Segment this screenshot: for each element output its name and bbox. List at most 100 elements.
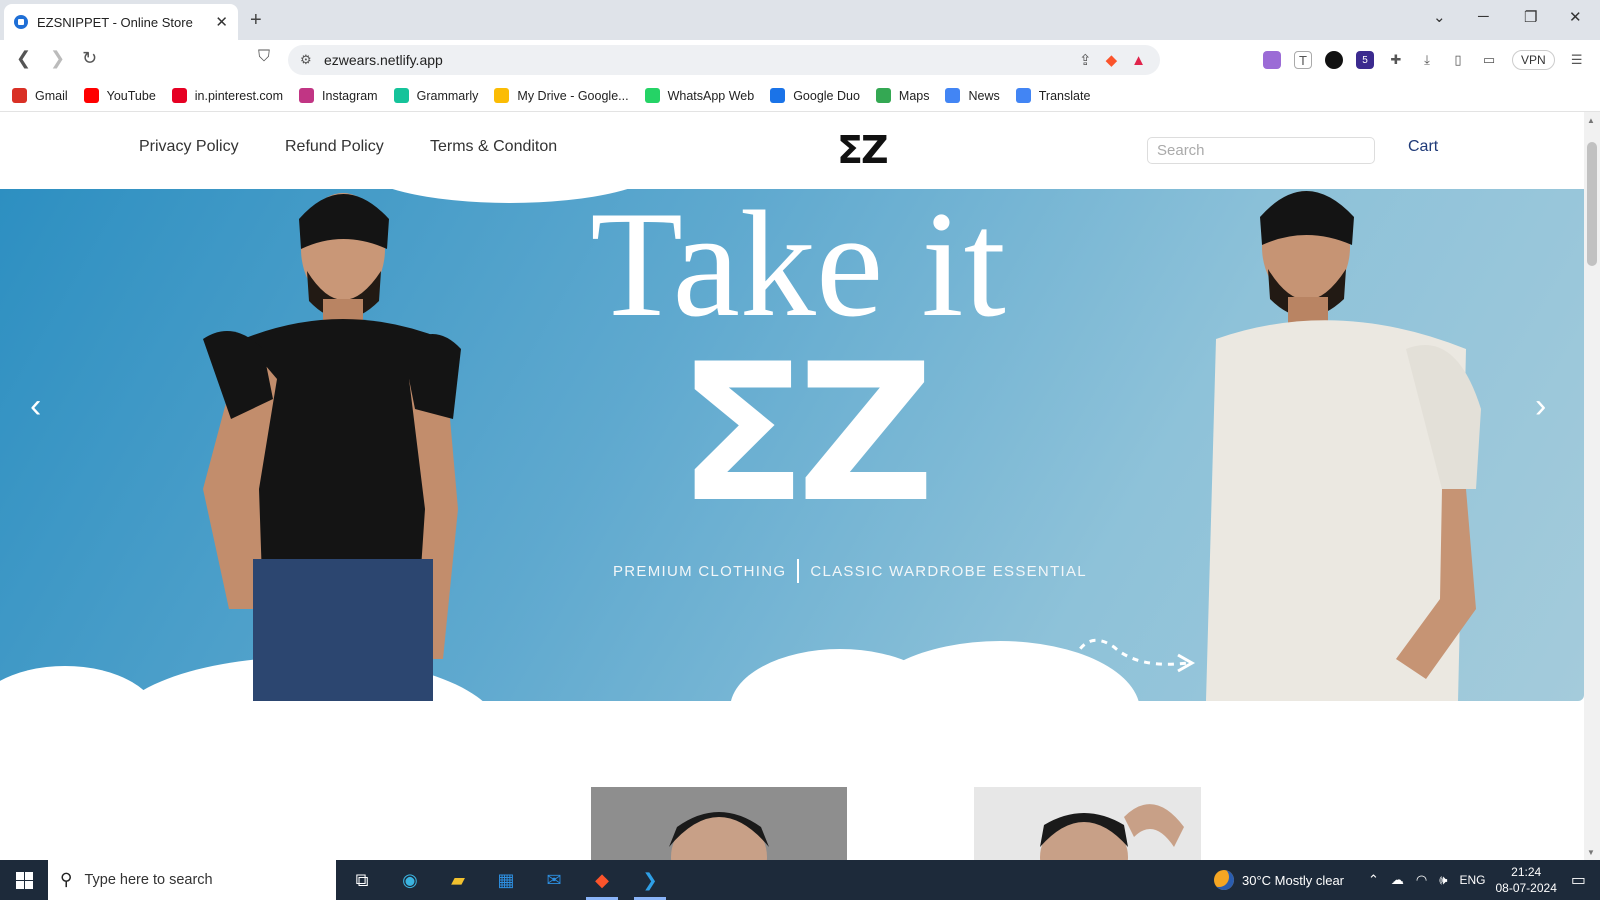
onedrive-icon[interactable]: ☁ xyxy=(1391,872,1404,888)
bookmark-pinterest[interactable]: in.pinterest.com xyxy=(171,88,283,103)
brave-rewards-icon[interactable]: ▲ xyxy=(1131,52,1146,69)
site-header: Privacy Policy Refund Policy Terms & Con… xyxy=(0,112,1584,189)
vscode-icon[interactable]: ❯ xyxy=(626,860,674,900)
bookmark-icon[interactable]: ⛉ xyxy=(258,48,270,66)
url-text[interactable]: ezwears.netlify.app xyxy=(324,52,1079,68)
bookmark-translate[interactable]: Translate xyxy=(1015,88,1090,103)
store-icon[interactable]: ▦ xyxy=(482,860,530,900)
bookmark-grammarly[interactable]: Grammarly xyxy=(393,88,478,103)
instagram-icon xyxy=(299,88,315,103)
page-scrollbar[interactable]: ▲ ▼ xyxy=(1584,112,1600,860)
weather-text[interactable]: 30°C Mostly clear xyxy=(1242,873,1344,888)
taskbar-search-placeholder: Type here to search xyxy=(84,872,213,888)
close-tab-icon[interactable]: ✕ xyxy=(215,13,228,31)
minimize-button[interactable]: ─ xyxy=(1478,8,1489,25)
extension-icon[interactable] xyxy=(1325,51,1343,69)
search-input[interactable] xyxy=(1147,137,1375,164)
carousel-prev-button[interactable]: ‹ xyxy=(30,387,41,426)
volume-icon[interactable]: 🕪 xyxy=(1439,872,1447,888)
hero-banner: Take it ƩZ PREMIUM CLOTHING CLASSIC WARD… xyxy=(0,189,1584,701)
browser-tabstrip: EZSNIPPET - Online Store ✕ + ⌄ ─ ❐ ✕ xyxy=(0,0,1600,40)
product-image[interactable] xyxy=(974,787,1201,860)
bookmark-google-duo[interactable]: Google Duo xyxy=(770,88,860,103)
nav-refund-policy[interactable]: Refund Policy xyxy=(285,138,384,156)
scroll-up-icon[interactable]: ▲ xyxy=(1587,116,1595,125)
back-button[interactable]: ❮ xyxy=(16,48,31,69)
product-image[interactable] xyxy=(591,787,847,860)
new-tab-button[interactable]: + xyxy=(250,9,262,32)
site-logo[interactable]: ƩZ xyxy=(837,128,888,172)
google-drive-icon xyxy=(494,88,510,103)
screen: EZSNIPPET - Online Store ✕ + ⌄ ─ ❐ ✕ ❮ ❯… xyxy=(0,0,1600,900)
extension-badge-icon[interactable]: 5 xyxy=(1356,51,1374,69)
windows-icon xyxy=(15,871,33,889)
file-explorer-icon[interactable]: ▰ xyxy=(434,860,482,900)
hero-logo: ƩZ xyxy=(677,323,935,544)
wallet-icon[interactable]: ▭ xyxy=(1480,51,1498,69)
close-window-button[interactable]: ✕ xyxy=(1569,8,1582,26)
nav-terms-condition[interactable]: Terms & Conditon xyxy=(430,138,557,156)
tray-chevron-icon[interactable]: ⌃ xyxy=(1368,872,1379,888)
dashed-arrow-icon xyxy=(1072,638,1196,673)
share-icon[interactable]: ⇪ xyxy=(1079,51,1092,69)
scroll-down-icon[interactable]: ▼ xyxy=(1587,848,1595,857)
taskbar: ⚲ Type here to search ⧉ ◉ ▰ ▦ ✉ ◆ ❯ 30°C… xyxy=(0,860,1600,900)
translate-icon xyxy=(1015,88,1031,103)
task-view-icon[interactable]: ⧉ xyxy=(338,860,386,900)
tagline-classic: CLASSIC WARDROBE ESSENTIAL xyxy=(810,562,1087,580)
extensions-area: T 5 ✚ ⤓ ▯ ▭ VPN ☰ xyxy=(1250,50,1586,70)
clock[interactable]: 21:24 08-07-2024 xyxy=(1495,864,1556,896)
browser-toolbar: ❮ ❯ ↻ ⛉ ⚙ ezwears.netlify.app ⇪ ◆ ▲ T 5 … xyxy=(0,40,1600,80)
tab-active[interactable]: EZSNIPPET - Online Store ✕ xyxy=(4,4,238,40)
wifi-icon[interactable]: ◠ xyxy=(1416,872,1427,888)
site-info-icon[interactable]: ⚙ xyxy=(300,52,324,68)
tagline-divider xyxy=(797,559,800,583)
system-tray: 30°C Mostly clear ⌃ ☁ ◠ 🕪 ENG 21:24 08-0… xyxy=(1214,860,1600,900)
cart-link[interactable]: Cart xyxy=(1408,138,1438,156)
bookmark-whatsapp[interactable]: WhatsApp Web xyxy=(644,88,754,103)
start-button[interactable] xyxy=(0,860,48,900)
clock-date: 08-07-2024 xyxy=(1495,881,1557,895)
reload-button[interactable]: ↻ xyxy=(82,48,97,69)
clock-time: 21:24 xyxy=(1511,865,1542,879)
search-icon: ⚲ xyxy=(60,870,73,889)
vpn-button[interactable]: VPN xyxy=(1512,50,1555,70)
whatsapp-icon xyxy=(644,88,660,103)
extension-icon[interactable]: T xyxy=(1294,51,1312,69)
download-icon[interactable]: ⤓ xyxy=(1418,51,1436,69)
language-indicator[interactable]: ENG xyxy=(1459,873,1485,887)
edge-icon[interactable]: ◉ xyxy=(386,860,434,900)
mail-icon[interactable]: ✉ xyxy=(530,860,578,900)
weather-moon-icon[interactable] xyxy=(1214,870,1234,890)
forward-button[interactable]: ❯ xyxy=(50,48,65,69)
brave-shields-icon[interactable]: ◆ xyxy=(1106,51,1118,69)
address-bar[interactable]: ⚙ ezwears.netlify.app ⇪ ◆ ▲ xyxy=(288,45,1160,75)
news-icon xyxy=(945,88,961,103)
restore-button[interactable]: ❐ xyxy=(1524,8,1537,26)
scroll-thumb[interactable] xyxy=(1587,142,1597,266)
gmail-icon xyxy=(12,88,27,103)
web-page: Privacy Policy Refund Policy Terms & Con… xyxy=(0,112,1584,860)
nav-privacy-policy[interactable]: Privacy Policy xyxy=(139,138,239,156)
menu-icon[interactable]: ☰ xyxy=(1568,51,1586,69)
model-left-image xyxy=(203,189,463,701)
extension-icon[interactable] xyxy=(1263,51,1281,69)
bookmark-news[interactable]: News xyxy=(945,88,1000,103)
notifications-icon[interactable]: ▭ xyxy=(1571,870,1586,890)
bookmark-gmail[interactable]: Gmail xyxy=(12,88,68,103)
carousel-next-button[interactable]: › xyxy=(1535,387,1546,426)
taskbar-search[interactable]: ⚲ Type here to search xyxy=(48,860,336,900)
youtube-icon xyxy=(83,88,99,103)
tab-search-icon[interactable]: ⌄ xyxy=(1433,8,1446,26)
bookmark-maps[interactable]: Maps xyxy=(875,88,929,103)
tab-title: EZSNIPPET - Online Store xyxy=(37,14,193,30)
hero-tagline: PREMIUM CLOTHING CLASSIC WARDROBE ESSENT… xyxy=(613,559,1087,583)
brave-browser-icon[interactable]: ◆ xyxy=(578,860,626,900)
bookmark-google-drive[interactable]: My Drive - Google... xyxy=(494,88,629,103)
pinterest-icon xyxy=(171,88,187,103)
bookmark-youtube[interactable]: YouTube xyxy=(83,88,156,103)
sidebar-icon[interactable]: ▯ xyxy=(1449,51,1467,69)
bookmark-instagram[interactable]: Instagram xyxy=(299,88,378,103)
extensions-puzzle-icon[interactable]: ✚ xyxy=(1387,51,1405,69)
grammarly-icon xyxy=(393,88,409,103)
